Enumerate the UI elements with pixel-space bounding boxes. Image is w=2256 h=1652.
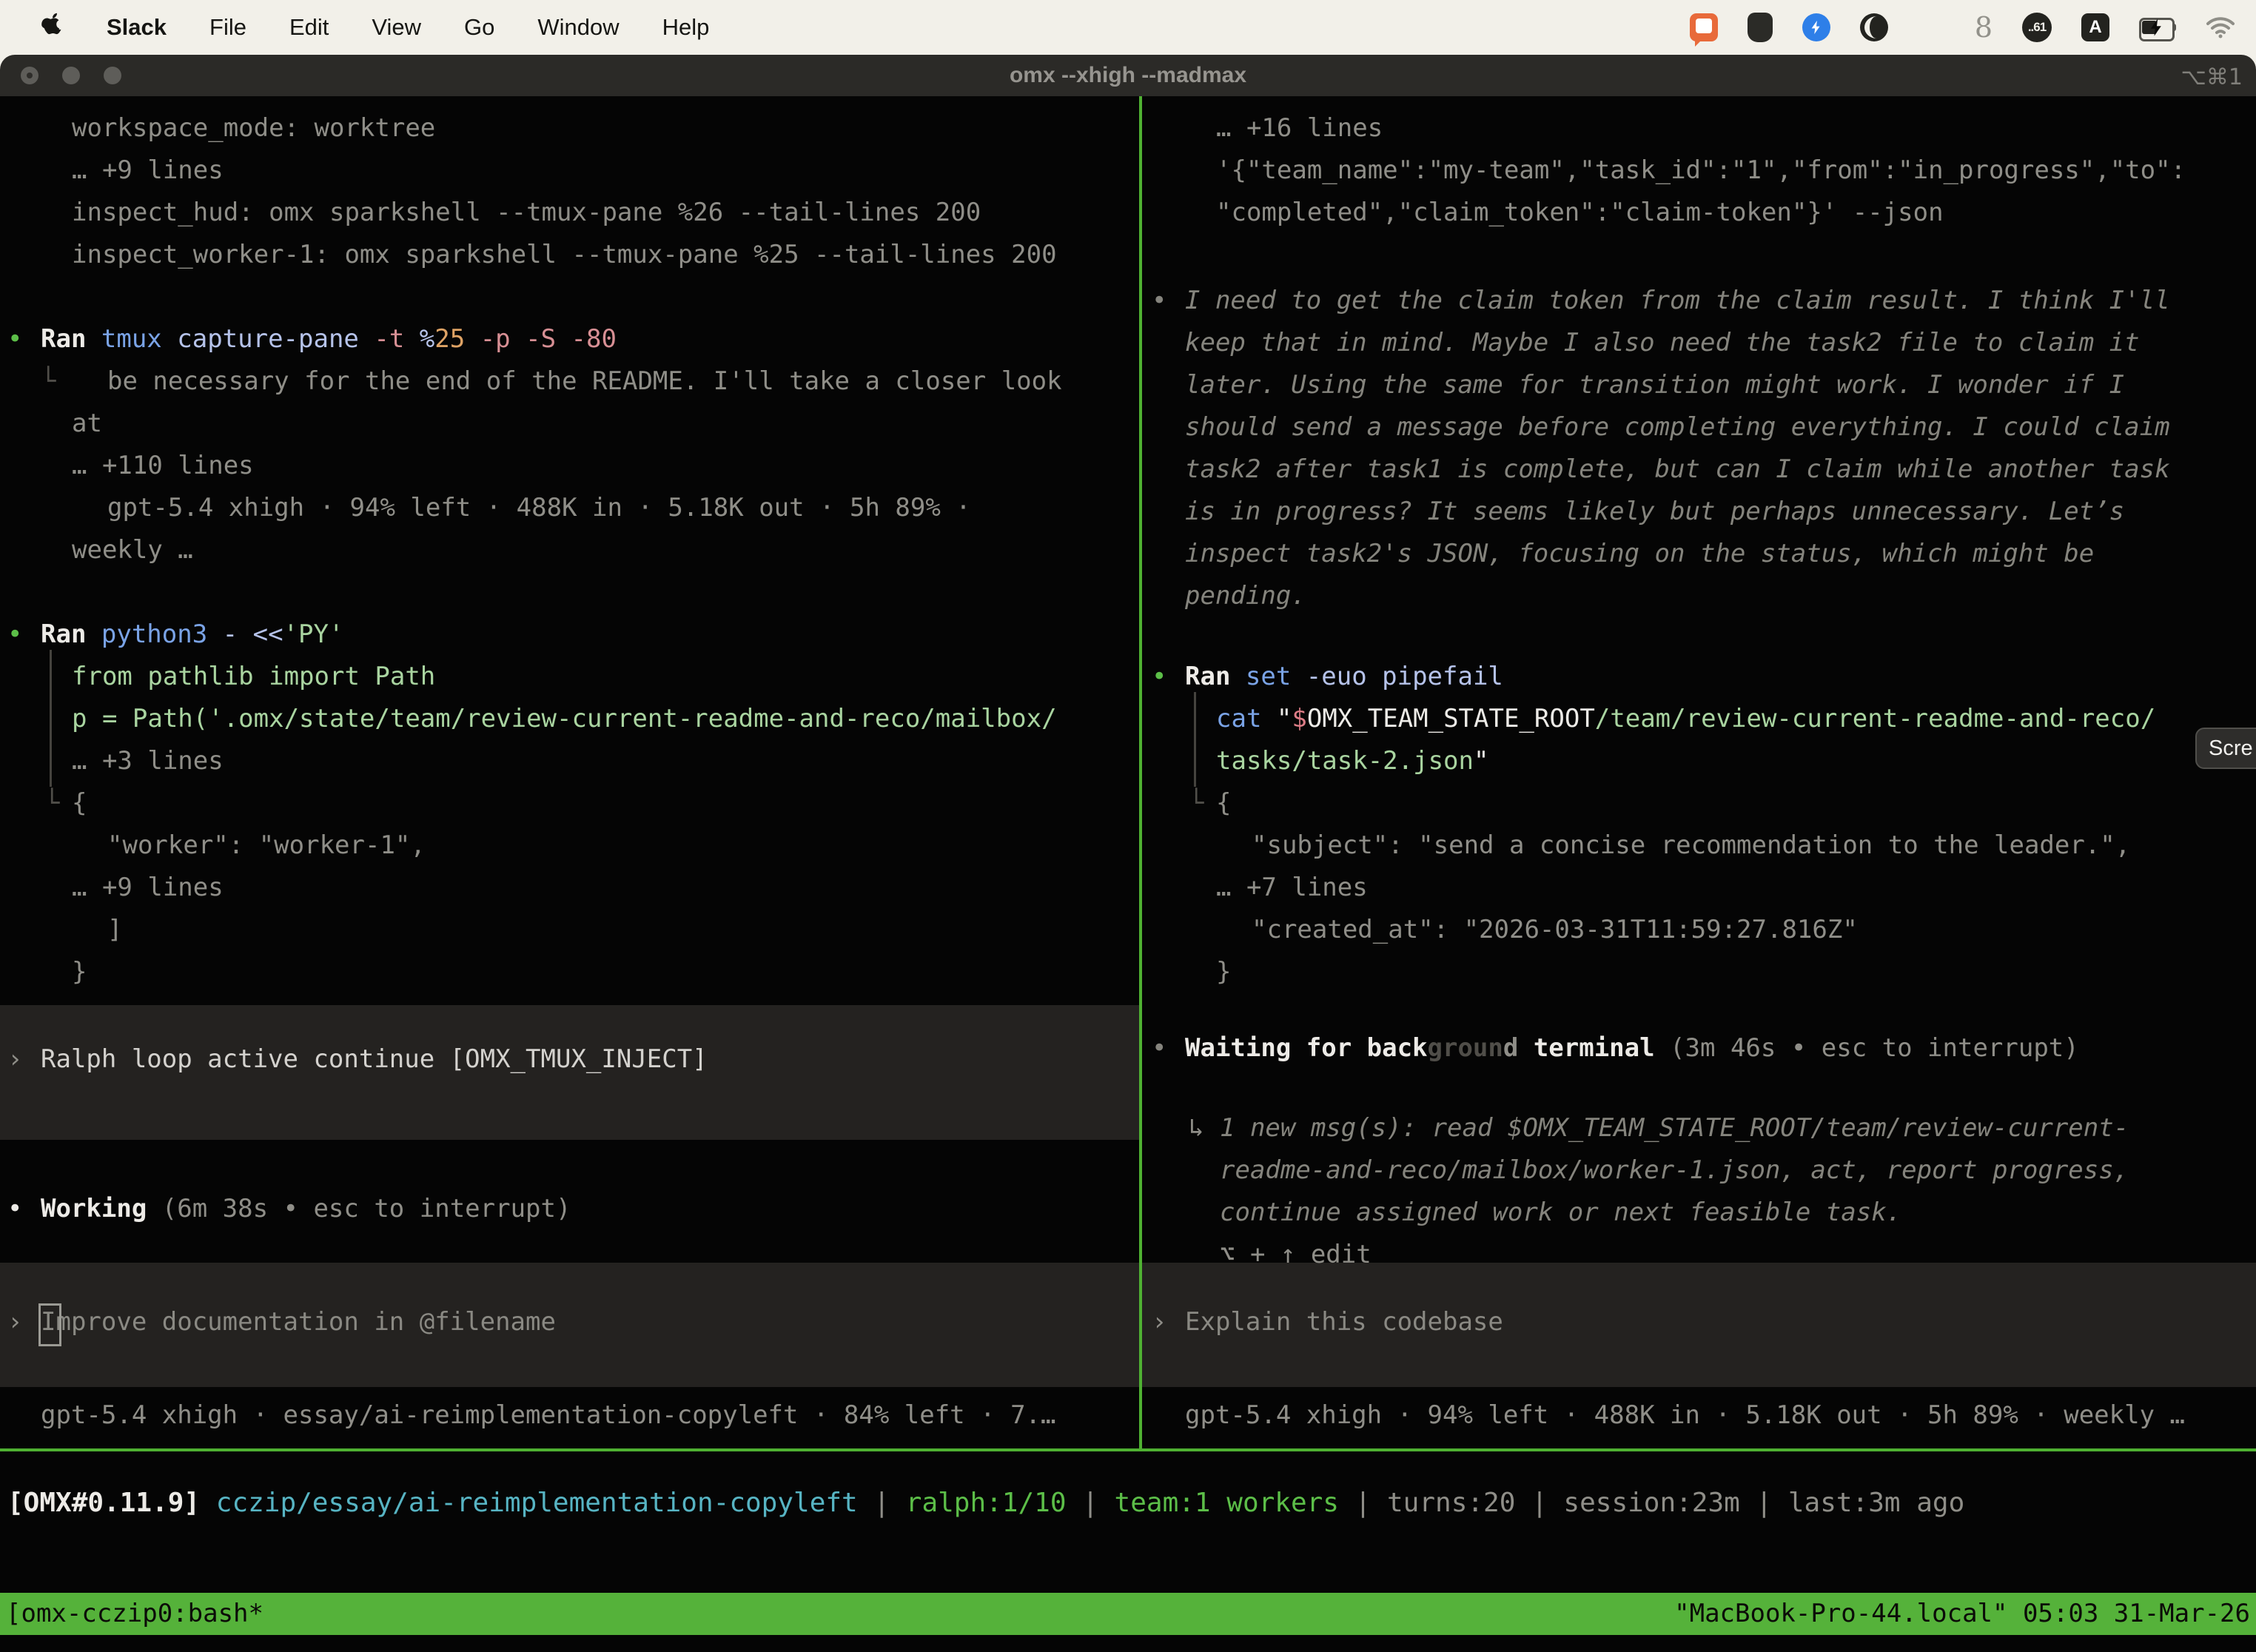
overlay-label: Scre [2209, 736, 2253, 761]
prompt-icon: › [7, 1301, 22, 1343]
terminal-line: cat "$OMX_TEAM_STATE_ROOT/team/review-cu… [0, 698, 2256, 740]
tmux-status-bar: [omx-cczip0:bash* "MacBook-Pro-44.local"… [0, 1593, 2256, 1635]
battery-icon[interactable] [2139, 18, 2176, 37]
terminal-line: should send a message before completing … [0, 406, 2256, 449]
terminal-line: } [0, 951, 2256, 993]
terminal-line: "subject": "send a concise recommendatio… [0, 825, 2256, 867]
terminal-line: pending. [0, 575, 2256, 617]
prompt-icon: › [1152, 1301, 1166, 1343]
terminal-line: … +7 lines [0, 867, 2256, 909]
terminal: › Ralph loop active continue [OMX_TMUX_I… [0, 96, 2256, 1652]
thinking-text: •I need to get the claim token from the … [0, 280, 2256, 322]
left-input-placeholder: Improve documentation in @filename [41, 1301, 556, 1343]
screen-share-overlay[interactable]: Scre [2195, 728, 2256, 769]
input-source-icon[interactable]: A [2081, 13, 2109, 41]
menu-item-file[interactable]: File [209, 14, 246, 41]
terminal-line: readme-and-reco/mailbox/worker-1.json, a… [0, 1149, 2256, 1192]
terminal-line: └ { [0, 782, 2256, 825]
terminal-line: … +16 lines [0, 107, 2256, 150]
right-pane-status: gpt-5.4 xhigh · 94% left · 488K in · 5.1… [0, 1394, 2256, 1437]
messenger-bolt-icon[interactable] [1802, 13, 1830, 41]
menu-item-go[interactable]: Go [464, 14, 494, 41]
terminal-line: '{"team_name":"my-team","task_id":"1","f… [0, 150, 2256, 192]
terminal-line: keep that in mind. Maybe I also need the… [0, 322, 2256, 364]
menu-item-edit[interactable]: Edit [289, 14, 329, 41]
terminal-line: task2 after task1 is complete, but can I… [0, 449, 2256, 491]
dots-grid-icon[interactable] [1918, 14, 1945, 41]
left-input-box[interactable]: › Improve documentation in @filename [0, 1263, 1139, 1387]
terminal-line: inspect_worker-1: omx sparkshell --tmux-… [0, 234, 2256, 276]
tmux-host-clock: "MacBook-Pro-44.local" 05:03 31-Mar-26 [1674, 1593, 2256, 1635]
right-input-box[interactable]: › Explain this codebase [1142, 1263, 2256, 1387]
mailbox-message: ↳ 1 new msg(s): read $OMX_TEAM_STATE_ROO… [0, 1107, 2256, 1149]
menu-item-help[interactable]: Help [662, 14, 710, 41]
terminal-line: is in progress? It seems likely but perh… [0, 491, 2256, 533]
menu-item-view[interactable]: View [372, 14, 421, 41]
apple-menu-icon[interactable] [41, 16, 64, 39]
terminal-line: later. Using the same for transition mig… [0, 364, 2256, 406]
shield-grid-icon[interactable] [1748, 13, 1773, 42]
ran-python-command: •Ran python3 - <<'PY' [0, 614, 2256, 656]
terminal-line: "created_at": "2026-03-31T11:59:27.816Z" [0, 909, 2256, 951]
snake-icon[interactable]: 8 [1975, 13, 1993, 41]
menu-item-window[interactable]: Window [537, 14, 619, 41]
contrast-icon[interactable] [1860, 13, 1888, 41]
terminal-line: tasks/task-2.json" [0, 740, 2256, 782]
desktop: Slack File Edit View Go Window Help 8 ..61 A [0, 0, 2256, 1652]
tmux-session-window[interactable]: [omx-cczip0:bash* [0, 1593, 263, 1635]
omx-hud-line: [OMX#0.11.9] cczip/essay/ai-reimplementa… [0, 1482, 2256, 1524]
timer-icon[interactable]: ..61 [2022, 13, 2052, 42]
ran-cat-command: •Ran set -euo pipefail [0, 656, 2256, 698]
window-title-bar: omx --xhigh --madmax ⌥⌘1 [0, 55, 2256, 96]
menu-bar: Slack File Edit View Go Window Help 8 ..61 A [0, 0, 2256, 55]
terminal-line: continue assigned work or next feasible … [0, 1192, 2256, 1234]
pane-bottom-border [0, 1448, 2256, 1451]
waiting-status: •Waiting for background terminal (3m 46s… [0, 1027, 2256, 1070]
terminal-line: "completed","claim_token":"claim-token"}… [0, 192, 2256, 234]
edit-hint: ⌥ + ↑ edit [0, 1234, 2256, 1276]
wifi-icon[interactable] [2206, 16, 2235, 38]
text-cursor [38, 1303, 61, 1346]
screen-recording-icon[interactable] [1690, 13, 1718, 41]
terminal-line: inspect task2's JSON, focusing on the st… [0, 533, 2256, 575]
menu-item-app[interactable]: Slack [107, 14, 167, 41]
right-input-placeholder: Explain this codebase [1185, 1301, 1503, 1343]
window-shortcut-hint: ⌥⌘1 [2181, 64, 2243, 90]
window-title: omx --xhigh --madmax [0, 63, 2256, 88]
